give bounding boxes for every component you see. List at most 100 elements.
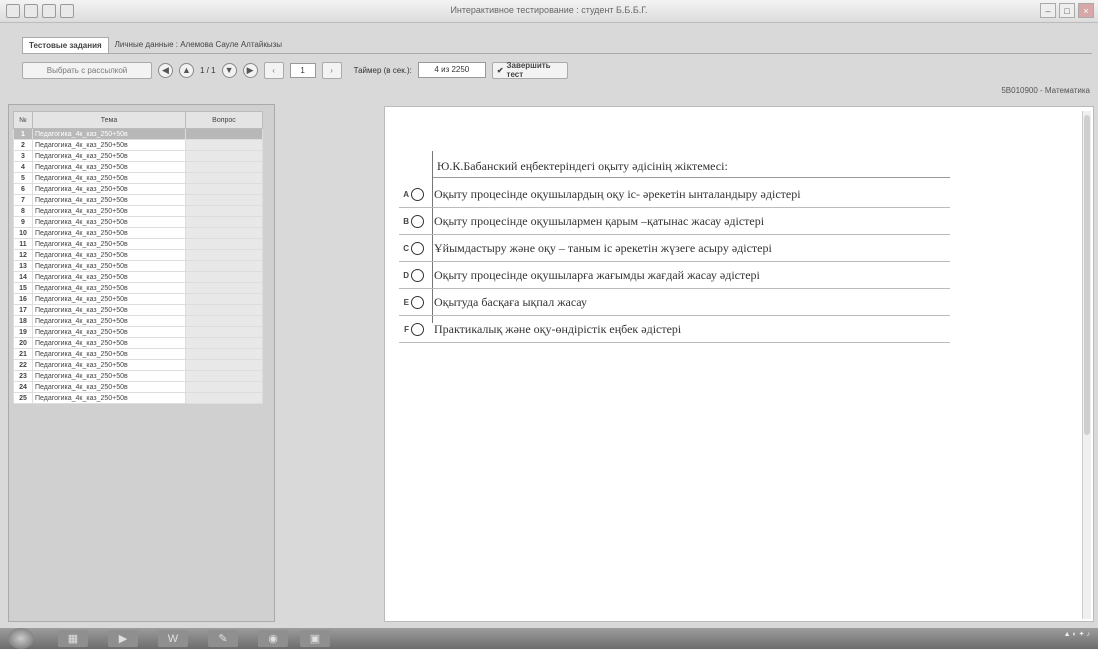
last-page-icon[interactable]: › — [321, 61, 342, 79]
question-text: Ю.К.Бабанский еңбектеріндегі оқыту әдісі… — [437, 159, 728, 173]
table-row[interactable]: 5 Педагогика_4к_каз_250+50в — [13, 172, 263, 184]
row-number: 5 — [13, 172, 33, 184]
option-letter: A — [403, 189, 409, 199]
row-topic: Педагогика_4к_каз_250+50в — [32, 161, 186, 173]
table-row[interactable]: 15 Педагогика_4к_каз_250+50в — [13, 282, 263, 294]
row-number: 11 — [13, 238, 33, 250]
table-row[interactable]: 25 Педагогика_4к_каз_250+50в — [13, 392, 263, 404]
option-text: Оқытуда басқаға ықпал жасау — [434, 294, 588, 309]
row-topic: Педагогика_4к_каз_250+50в — [32, 194, 186, 206]
row-answer — [185, 359, 263, 371]
row-topic: Педагогика_4к_каз_250+50в — [32, 381, 186, 393]
row-topic: Педагогика_4к_каз_250+50в — [32, 304, 186, 316]
table-row[interactable]: 4 Педагогика_4к_каз_250+50в — [13, 161, 263, 173]
table-row[interactable]: 6 Педагогика_4к_каз_250+50в — [13, 183, 263, 195]
scrollbar-thumb[interactable] — [1084, 115, 1090, 435]
taskbar-app-explorer-icon[interactable]: ▦ — [58, 630, 88, 647]
page-number-input[interactable]: 1 — [289, 62, 316, 78]
tab-test-tasks[interactable]: Тестовые задания — [22, 37, 109, 53]
table-row[interactable]: 7 Педагогика_4к_каз_250+50в — [13, 194, 263, 206]
close-icon[interactable]: × — [1078, 3, 1094, 18]
table-row[interactable]: 24 Педагогика_4к_каз_250+50в — [13, 381, 263, 393]
row-number: 3 — [13, 150, 33, 162]
row-topic: Педагогика_4к_каз_250+50в — [32, 337, 186, 349]
answer-option[interactable]: D Оқыту процесінде оқушыларға жағымды жағ… — [399, 262, 950, 289]
table-row[interactable]: 9 Педагогика_4к_каз_250+50в — [13, 216, 263, 228]
page-indicator: 1 / 1 — [200, 65, 216, 75]
table-row[interactable]: 12 Педагогика_4к_каз_250+50в — [13, 249, 263, 261]
option-text: Практикалық және оқу-өндірістік еңбек әд… — [434, 321, 682, 336]
taskbar-app-browser-icon[interactable]: ◉ — [258, 630, 288, 647]
option-letter: E — [403, 297, 409, 307]
column-header-number: № — [13, 111, 33, 129]
option-letter: B — [403, 216, 409, 226]
minimize-icon[interactable]: – — [1040, 3, 1056, 18]
radio-button[interactable] — [411, 214, 424, 228]
table-row[interactable]: 8 Педагогика_4к_каз_250+50в — [13, 205, 263, 217]
row-topic: Педагогика_4к_каз_250+50в — [32, 238, 186, 250]
table-row[interactable]: 16 Педагогика_4к_каз_250+50в — [13, 293, 263, 305]
table-row[interactable]: 22 Педагогика_4к_каз_250+50в — [13, 359, 263, 371]
first-page-icon[interactable]: ‹ — [263, 61, 284, 79]
radio-button[interactable] — [411, 187, 424, 201]
row-topic: Педагогика_4к_каз_250+50в — [32, 205, 186, 217]
row-topic: Педагогика_4к_каз_250+50в — [32, 271, 186, 283]
radio-button[interactable] — [411, 268, 424, 282]
row-topic: Педагогика_4к_каз_250+50в — [32, 249, 186, 261]
table-row[interactable]: 11 Педагогика_4к_каз_250+50в — [13, 238, 263, 250]
taskbar-app-test-icon[interactable]: ▣ — [300, 630, 330, 647]
vertical-scrollbar[interactable] — [1082, 111, 1091, 619]
table-row[interactable]: 18 Педагогика_4к_каз_250+50в — [13, 315, 263, 327]
row-answer — [185, 260, 263, 272]
taskbar-app-media-icon[interactable]: ▶ — [108, 630, 138, 647]
table-row[interactable]: 13 Педагогика_4к_каз_250+50в — [13, 260, 263, 272]
table-row[interactable]: 20 Педагогика_4к_каз_250+50в — [13, 337, 263, 349]
table-row[interactable]: 2 Педагогика_4к_каз_250+50в — [13, 139, 263, 151]
maximize-icon[interactable]: □ — [1059, 3, 1075, 18]
row-answer — [185, 238, 263, 250]
radio-button[interactable] — [411, 295, 424, 309]
prev-question-icon[interactable]: ◀ — [158, 62, 173, 78]
tab-personal-data[interactable]: Личные данные : Алемова Сауле Алтайкызы — [109, 37, 288, 53]
table-row[interactable]: 17 Педагогика_4к_каз_250+50в — [13, 304, 263, 316]
row-answer — [185, 293, 263, 305]
row-topic: Педагогика_4к_каз_250+50в — [32, 183, 186, 195]
table-row[interactable]: 1 Педагогика_4к_каз_250+50в — [13, 128, 263, 140]
taskbar-app-word-icon[interactable]: W — [158, 630, 188, 647]
column-header-topic: Тема — [32, 111, 186, 129]
answer-option[interactable]: A Оқыту процесінде оқушылардың оқу іс- әр… — [399, 181, 950, 208]
table-row[interactable]: 21 Педагогика_4к_каз_250+50в — [13, 348, 263, 360]
option-text: Оқыту процесінде оқушылардың оқу іс- әре… — [434, 186, 801, 201]
row-answer — [185, 172, 263, 184]
row-number: 7 — [13, 194, 33, 206]
row-number: 16 — [13, 293, 33, 305]
row-topic: Педагогика_4к_каз_250+50в — [32, 315, 186, 327]
row-number: 20 — [13, 337, 33, 349]
table-row[interactable]: 19 Педагогика_4к_каз_250+50в — [13, 326, 263, 338]
start-button-icon[interactable] — [8, 628, 34, 649]
answer-option[interactable]: C Ұйымдастыру және оқу – таным іс әрекеті… — [399, 235, 950, 262]
table-row[interactable]: 3 Педагогика_4к_каз_250+50в — [13, 150, 263, 162]
select-button[interactable]: Выбрать с рассылкой — [22, 61, 152, 79]
answer-option[interactable]: E Оқытуда басқаға ықпал жасау — [399, 289, 950, 316]
answer-option[interactable]: B Оқыту процесінде оқушылармен қарым –қат… — [399, 208, 950, 235]
table-row[interactable]: 23 Педагогика_4к_каз_250+50в — [13, 370, 263, 382]
subject-code: 5B010900 - Математика — [1001, 86, 1090, 95]
table-row[interactable]: 14 Педагогика_4к_каз_250+50в — [13, 271, 263, 283]
answer-option[interactable]: F Практикалық және оқу-өндірістік еңбек ә… — [399, 316, 950, 343]
down-icon[interactable]: ▼ — [221, 62, 237, 78]
row-topic: Педагогика_4к_каз_250+50в — [32, 359, 186, 371]
finish-test-button[interactable]: ✔ Завершить тест — [491, 61, 568, 79]
row-number: 23 — [13, 370, 33, 382]
table-header-row: № Тема Вопрос — [13, 111, 263, 129]
row-answer — [185, 150, 263, 162]
row-number: 13 — [13, 260, 33, 272]
radio-button[interactable] — [411, 241, 424, 255]
row-number: 10 — [13, 227, 33, 239]
row-answer — [185, 139, 263, 151]
table-row[interactable]: 10 Педагогика_4к_каз_250+50в — [13, 227, 263, 239]
taskbar-app-paint-icon[interactable]: ✎ — [208, 630, 238, 647]
radio-button[interactable] — [411, 322, 424, 336]
up-icon[interactable]: ▲ — [179, 62, 194, 78]
next-question-icon[interactable]: ▶ — [242, 62, 258, 78]
